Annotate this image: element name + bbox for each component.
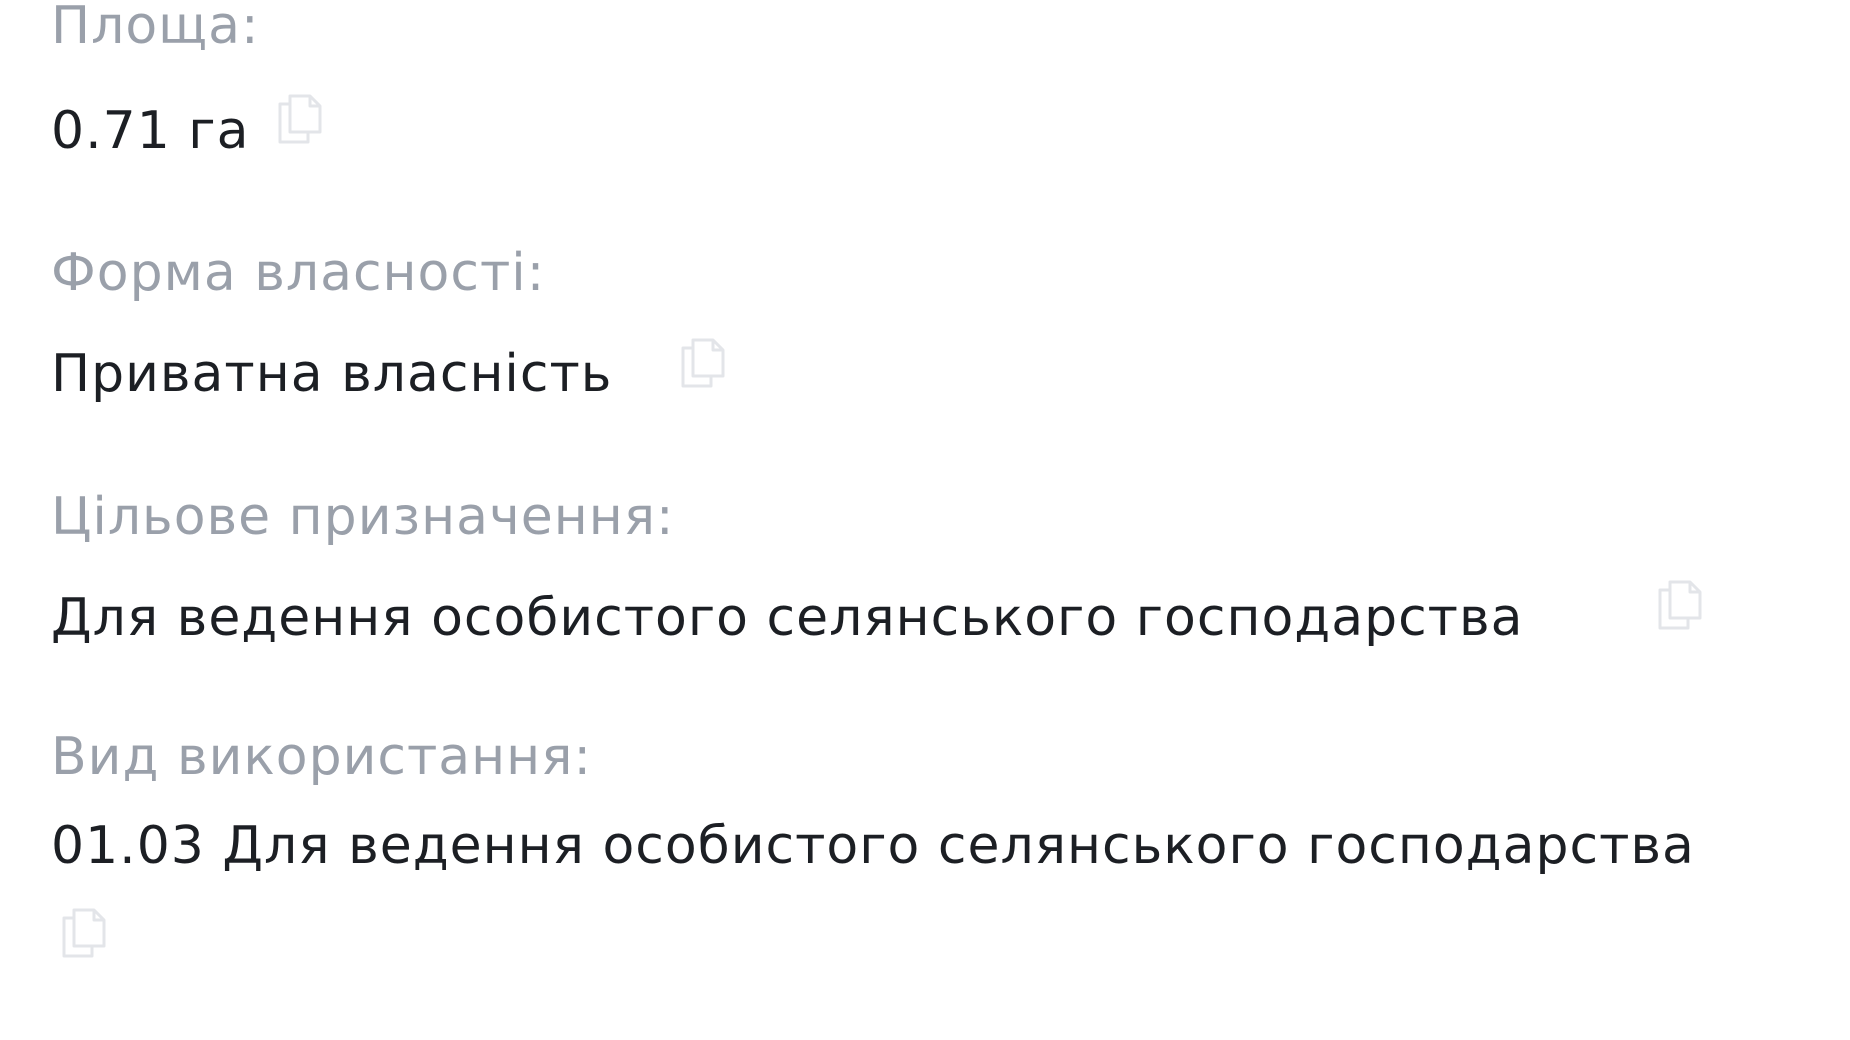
field-value-ownership: Приватна власність — [51, 344, 613, 404]
field-label-ownership: Форма власності: — [51, 243, 546, 303]
field-value-usage: 01.03 Для ведення особистого селянського… — [51, 816, 1695, 876]
field-label-purpose: Цільове призначення: — [51, 487, 675, 547]
field-value-area: 0.71 га — [51, 101, 250, 161]
copy-icon[interactable] — [272, 86, 326, 148]
field-label-area: Площа: — [51, 0, 260, 56]
copy-icon[interactable] — [56, 900, 110, 962]
copy-icon[interactable] — [1652, 572, 1706, 634]
copy-icon[interactable] — [675, 330, 729, 392]
field-label-usage: Вид використання: — [51, 727, 592, 787]
field-value-purpose: Для ведення особистого селянського госпо… — [51, 588, 1524, 648]
